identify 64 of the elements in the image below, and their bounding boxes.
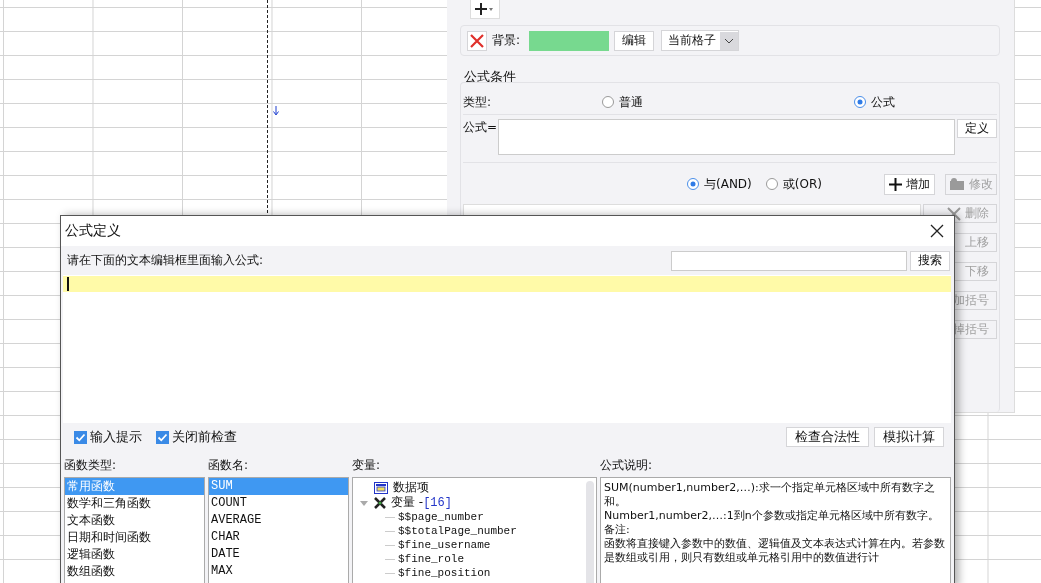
prompt-text: 请在下面的文本编辑框里面输入公式: [67,252,265,269]
list-item[interactable]: AVERAGE [209,512,348,529]
checkbox[interactable] [156,430,169,444]
edit-button[interactable]: 编辑 [614,30,655,51]
chevron-down-icon[interactable] [720,31,739,50]
list-label: 函数类型: [64,457,118,474]
list-item[interactable]: MAX [209,563,348,580]
radio-label[interactable]: 或(OR) [782,175,822,193]
tree-item[interactable]: 数据项 [393,479,429,496]
radio-label[interactable]: 普通 [619,93,643,111]
close-icon[interactable] [928,222,946,240]
checkbox-label[interactable]: 输入提示 [90,428,142,446]
checkbox-label[interactable]: 关闭前检查 [172,428,237,446]
variables-icon [374,496,386,509]
radio-button[interactable] [687,178,699,190]
list-item[interactable]: DATE [209,546,348,563]
description-text: 函数将直接键入参数中的数值、逻辑值及文本表达式计算在内。若参数是数组或引用，则只有数组或单元格引用中的数值进行计 [604,537,946,565]
radio-button[interactable] [854,96,866,108]
scrollbar[interactable] [586,481,594,583]
type-label: 类型: [463,93,492,111]
color-swatch[interactable] [529,30,610,51]
description-text: 备注: [604,523,631,537]
define-button[interactable]: 定义 [957,119,997,138]
radio-label[interactable]: 与(AND) [704,175,752,193]
radio-button[interactable] [765,178,778,190]
list-item[interactable]: 日期和时间函数 [65,529,204,546]
background-label: 背景: [492,32,521,49]
action-button[interactable]: 检查合法性 [786,427,869,447]
radio-button[interactable] [602,96,614,108]
add-menu-button[interactable] [470,0,500,19]
tree-item[interactable]: $$totalPage_number [398,525,517,537]
down-arrow-icon [273,106,279,116]
list-label: 函数名: [208,457,250,474]
tree-item[interactable]: 变量 - [391,494,424,511]
list-label: 变量: [352,457,382,474]
list-label: 公式说明: [600,457,654,474]
add-button[interactable]: 增加 [884,173,935,195]
tree-item[interactable]: $fine_username [398,539,491,551]
formula-field[interactable] [498,119,955,155]
cross-icon [947,206,961,221]
list-item[interactable]: COUNT [209,495,348,512]
radio-label[interactable]: 公式 [871,93,895,111]
search-button[interactable]: 搜索 [910,250,950,271]
list-item[interactable]: CHAR [209,529,348,546]
item-count: [16] [423,495,452,510]
plus-icon [889,177,902,191]
list-item[interactable]: 数组函数 [65,563,204,580]
list-item[interactable]: 逻辑函数 [65,546,204,563]
section-title: 公式条件 [464,68,517,86]
list-item[interactable]: 数学和三角函数 [65,495,204,512]
tree-item[interactable]: $fine_position [398,567,491,579]
tree-item[interactable]: $fine_role [398,553,464,565]
checkbox[interactable] [74,430,87,444]
scope-dropdown[interactable]: 当前格子 [661,30,740,51]
list-item[interactable]: 文本函数 [65,512,204,529]
form-icon [374,481,388,494]
delete-button[interactable] [467,30,487,51]
search-field[interactable] [671,250,907,271]
dialog-title: 公式定义 [65,222,121,240]
description-text: Number1,number2,…:1到n个参数或指定单元格区域中所有数字。 [604,509,940,523]
tree-item[interactable]: $$page_number [398,511,484,523]
description-text: SUM(number1,number2,…):求一个指定单元格区域中所有数字之和。 [604,481,936,509]
formula-label: 公式= [463,119,498,136]
action-button[interactable]: 模拟计算 [874,427,944,447]
